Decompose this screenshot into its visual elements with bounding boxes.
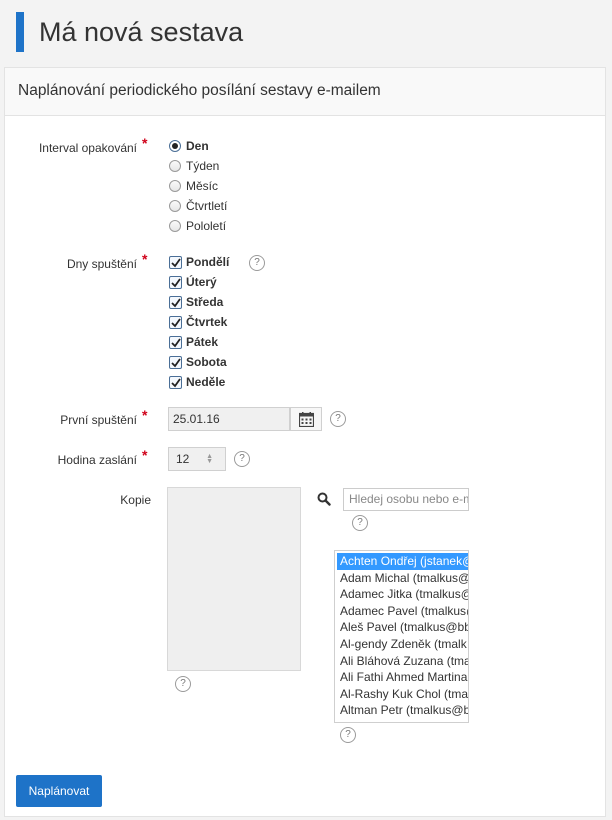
person-option[interactable]: Adam Michal (tmalkus@ bbox=[337, 570, 468, 587]
help-icon[interactable]: ? bbox=[330, 411, 346, 427]
person-option[interactable]: Adamec Jitka (tmalkus@ bbox=[337, 586, 468, 603]
calendar-button[interactable] bbox=[290, 407, 322, 431]
calendar-icon bbox=[299, 412, 314, 427]
required-mark: * bbox=[142, 251, 148, 267]
checkbox-checked-icon[interactable] bbox=[169, 376, 182, 389]
interval-label: Interval opakování bbox=[38, 141, 137, 155]
help-icon[interactable]: ? bbox=[340, 727, 356, 743]
schedule-panel: Naplánování periodického posílání sestav… bbox=[4, 67, 606, 817]
day-label: Středa bbox=[186, 295, 224, 309]
person-option[interactable]: Al-Rashy Kuk Chol (tma bbox=[337, 686, 468, 703]
radio-checked-icon[interactable] bbox=[169, 140, 181, 152]
interval-option-label: Čtvrtletí bbox=[186, 199, 228, 213]
radio-icon[interactable] bbox=[169, 180, 181, 192]
required-mark: * bbox=[142, 407, 148, 423]
day-label: Čtvrtek bbox=[186, 315, 228, 329]
person-option[interactable]: Adamec Pavel (tmalkus@ bbox=[337, 603, 468, 620]
help-icon[interactable]: ? bbox=[352, 515, 368, 531]
first-run-date-input[interactable]: 25.01.16 bbox=[168, 407, 290, 431]
required-mark: * bbox=[142, 447, 148, 463]
person-search-input[interactable]: Hledej osobu nebo e-mail bbox=[343, 488, 469, 511]
day-label: Sobota bbox=[186, 355, 227, 369]
checkbox-checked-icon[interactable] bbox=[169, 316, 182, 329]
interval-option-label: Den bbox=[186, 139, 209, 153]
radio-icon[interactable] bbox=[169, 160, 181, 172]
person-option[interactable]: Ali Fathi Ahmed Martina bbox=[337, 669, 468, 686]
interval-option-label: Měsíc bbox=[186, 179, 219, 193]
schedule-button[interactable]: Naplánovat bbox=[16, 775, 102, 807]
checkbox-checked-icon[interactable] bbox=[169, 336, 182, 349]
checkbox-checked-icon[interactable] bbox=[169, 296, 182, 309]
day-label: Úterý bbox=[186, 275, 217, 289]
person-option[interactable]: Achten Ondřej (jstanek@ bbox=[337, 553, 468, 570]
checkbox-checked-icon[interactable] bbox=[169, 276, 182, 289]
help-icon[interactable]: ? bbox=[234, 451, 250, 467]
person-option[interactable]: Ali Bláhová Zuzana (tma bbox=[337, 653, 468, 670]
person-select-list[interactable]: Achten Ondřej (jstanek@ Adam Michal (tmal… bbox=[334, 550, 469, 723]
spinner-arrows-icon[interactable]: ▲ ▼ bbox=[206, 453, 213, 465]
day-label: Neděle bbox=[186, 375, 226, 389]
page-header: Má nová sestava bbox=[0, 0, 612, 66]
days-label: Dny spuštění bbox=[66, 257, 137, 271]
first-run-label: První spuštění bbox=[60, 413, 137, 427]
person-option[interactable]: Altman Petr (tmalkus@b bbox=[337, 702, 468, 719]
interval-option-label: Pololetí bbox=[186, 219, 227, 233]
hour-value: 12 bbox=[176, 452, 190, 466]
selected-copies-list[interactable] bbox=[167, 487, 301, 671]
checkbox-checked-icon[interactable] bbox=[169, 356, 182, 369]
radio-icon[interactable] bbox=[169, 200, 181, 212]
header-accent-bar bbox=[16, 12, 24, 52]
help-icon[interactable]: ? bbox=[249, 255, 265, 271]
hour-stepper[interactable]: 12 ▲ ▼ bbox=[168, 447, 226, 471]
day-label: Pondělí bbox=[186, 255, 230, 269]
page-title: Má nová sestava bbox=[39, 17, 244, 47]
checkbox-checked-icon[interactable] bbox=[169, 256, 182, 269]
radio-icon[interactable] bbox=[169, 220, 181, 232]
required-mark: * bbox=[142, 135, 148, 151]
person-option[interactable]: Al-gendy Zdeněk (tmalk bbox=[337, 636, 468, 653]
panel-title: Naplánování periodického posílání sestav… bbox=[18, 82, 381, 99]
day-label: Pátek bbox=[186, 335, 219, 349]
person-option[interactable]: Aleš Pavel (tmalkus@bb bbox=[337, 619, 468, 636]
copies-label: Kopie bbox=[120, 493, 151, 507]
search-icon[interactable] bbox=[317, 492, 331, 506]
help-icon[interactable]: ? bbox=[175, 676, 191, 692]
panel-heading: Naplánování periodického posílání sestav… bbox=[5, 68, 605, 116]
interval-option-label: Týden bbox=[186, 159, 220, 173]
hour-label: Hodina zaslání bbox=[57, 453, 137, 467]
